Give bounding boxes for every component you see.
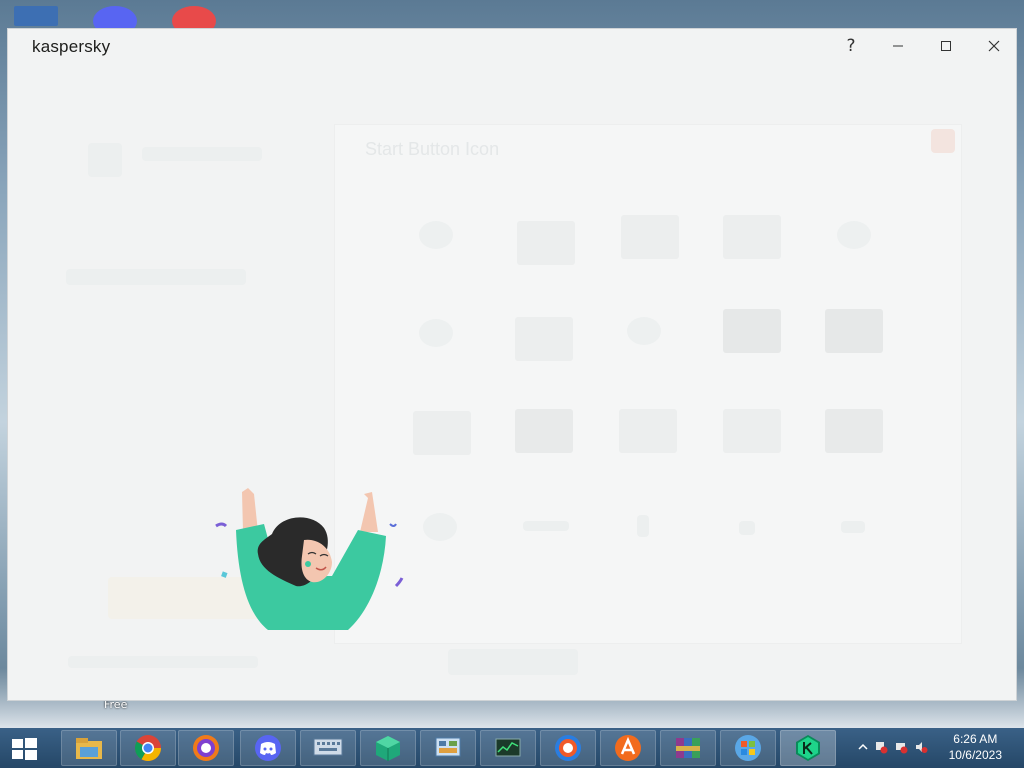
flag-warning-icon[interactable] [874, 740, 888, 754]
maximize-icon [941, 41, 951, 51]
system-tray: 6:26 AM 10/6/2023 [844, 728, 1024, 768]
taskbar-chrome[interactable] [120, 730, 176, 766]
windows-logo-icon [12, 738, 37, 760]
title-bar[interactable]: kaspersky ? [8, 29, 1016, 63]
ccleaner-browser-icon [555, 735, 581, 761]
faded-icon-tile [515, 409, 573, 453]
taskbar-kaspersky[interactable] [780, 730, 836, 766]
celebrating-woman-illustration [215, 488, 404, 630]
network-disconnected-icon[interactable] [894, 740, 908, 754]
start-button-icon-dialog: Start Button Icon [335, 125, 961, 643]
clock-date: 10/6/2023 [948, 748, 1002, 762]
faded-icon-tile [621, 215, 679, 259]
confetti-piece [394, 577, 404, 588]
confetti-piece [221, 571, 228, 578]
taskbar-clock[interactable]: 6:26 AM 10/6/2023 [949, 731, 1002, 763]
winrar-icon [676, 738, 700, 758]
faded-profile-text [142, 147, 262, 161]
earring [305, 561, 311, 567]
taskbar-secure-browser[interactable] [178, 730, 234, 766]
faded-icon-tile [637, 515, 649, 537]
on-screen-keyboard-icon [313, 738, 343, 756]
minimize-icon [893, 45, 903, 47]
help-button[interactable]: ? [836, 33, 866, 59]
dialog-title: Start Button Icon [365, 139, 500, 159]
faded-icon-tile [739, 521, 755, 535]
taskbar-winrar[interactable] [660, 730, 716, 766]
avast-icon [615, 735, 641, 761]
show-hidden-icons-chevron-icon[interactable] [856, 740, 870, 754]
control-panel-icon [435, 737, 461, 757]
taskbar: 6:26 AM 10/6/2023 [0, 728, 1024, 768]
faded-icon-tile [523, 521, 569, 531]
faded-icon-tile [423, 513, 457, 541]
clock-time: 6:26 AM [953, 732, 998, 746]
discord-icon [255, 735, 281, 761]
faded-icon-tile [825, 409, 883, 453]
taskbar-green-cube[interactable] [360, 730, 416, 766]
kaspersky-window: kaspersky ? Start Button Icon [7, 28, 1017, 701]
taskbar-file-explorer[interactable] [61, 730, 117, 766]
taskbar-discord[interactable] [240, 730, 296, 766]
faded-menu-item [66, 269, 246, 285]
faded-icon-tile [723, 309, 781, 353]
faded-icon-tile [841, 521, 865, 533]
chrome-icon [134, 735, 162, 762]
kaspersky-logo: kaspersky [32, 37, 111, 56]
faded-icon-tile [619, 409, 677, 453]
faded-icon-tile [837, 221, 871, 249]
faded-icon-tile [515, 317, 573, 361]
faded-dialog-close [931, 129, 955, 153]
avast-secure-browser-icon [193, 735, 219, 761]
taskbar-control-panel[interactable] [420, 730, 476, 766]
close-icon [988, 40, 1000, 52]
faded-icon-tile [723, 215, 781, 259]
taskbar-ccleaner-browser[interactable] [540, 730, 596, 766]
minimize-button[interactable] [883, 33, 913, 59]
left-arm [242, 488, 258, 532]
performance-monitor-icon [495, 738, 521, 757]
faded-icon-tile [419, 221, 453, 249]
taskbar-avast[interactable] [600, 730, 656, 766]
confetti-piece [215, 522, 228, 528]
maximize-button[interactable] [931, 33, 961, 59]
faded-icon-tile [413, 411, 471, 455]
faded-icon-tile [419, 319, 453, 347]
taskbar-keyboard[interactable] [300, 730, 356, 766]
windows-7-start-icon [735, 735, 761, 761]
faded-icon-tile [517, 221, 575, 265]
file-explorer-icon [76, 738, 102, 759]
kaspersky-icon [796, 735, 820, 761]
faded-icon-tile [723, 409, 781, 453]
green-cube-app-icon [376, 736, 400, 761]
taskbar-windows-7[interactable] [720, 730, 776, 766]
windows-start-button[interactable] [10, 736, 38, 762]
faded-icon-tile [627, 317, 661, 345]
faded-footer-button [448, 649, 578, 675]
faded-footer-link [68, 656, 258, 668]
confetti-piece [389, 523, 397, 527]
right-arm [360, 492, 378, 532]
close-button[interactable] [979, 33, 1009, 59]
faded-profile-block [88, 143, 122, 177]
taskbar-performance-monitor[interactable] [480, 730, 536, 766]
desktop-computer-icon[interactable] [14, 6, 58, 26]
faded-icon-tile [825, 309, 883, 353]
volume-muted-icon[interactable] [914, 740, 928, 754]
